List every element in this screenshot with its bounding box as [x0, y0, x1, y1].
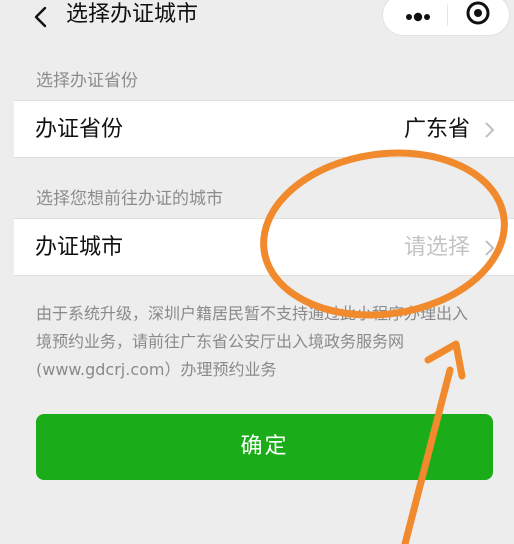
- city-row-label: 办证城市: [35, 235, 124, 260]
- notice-line: 由于系统升级，深圳户籍居民暂不支持通过此小程序办理出入: [36, 304, 469, 323]
- navigation-bar: 选择办证城市: [0, 0, 514, 40]
- target-circle-icon[interactable]: [457, 0, 499, 35]
- chevron-right-icon: [485, 122, 495, 138]
- province-row[interactable]: 办证省份 广东省: [14, 100, 514, 158]
- chevron-right-icon: [485, 240, 495, 256]
- confirm-button[interactable]: 确定: [36, 414, 493, 480]
- mini-program-capsule: [382, 0, 510, 36]
- province-section-label: 选择办证省份: [36, 71, 138, 91]
- more-dots-icon[interactable]: [397, 0, 439, 35]
- province-row-value: 广东省: [403, 117, 470, 142]
- notice-line: 境预约业务，请前往广东省公安厅出入境政务服务网: [36, 332, 405, 351]
- city-row[interactable]: 办证城市 请选择: [14, 218, 514, 276]
- province-row-label: 办证省份: [35, 117, 124, 142]
- page-title: 选择办证城市: [66, 2, 199, 27]
- chevron-left-icon[interactable]: [28, 3, 58, 31]
- capsule-divider: [447, 4, 448, 26]
- notice-line: (www.gdcrj.com）办理预约业务: [36, 360, 277, 379]
- city-section-label: 选择您想前往办证的城市: [36, 189, 223, 209]
- upgrade-notice: 由于系统升级，深圳户籍居民暂不支持通过此小程序办理出入 境预约业务，请前往广东省…: [36, 300, 496, 384]
- city-row-placeholder: 请选择: [403, 235, 470, 260]
